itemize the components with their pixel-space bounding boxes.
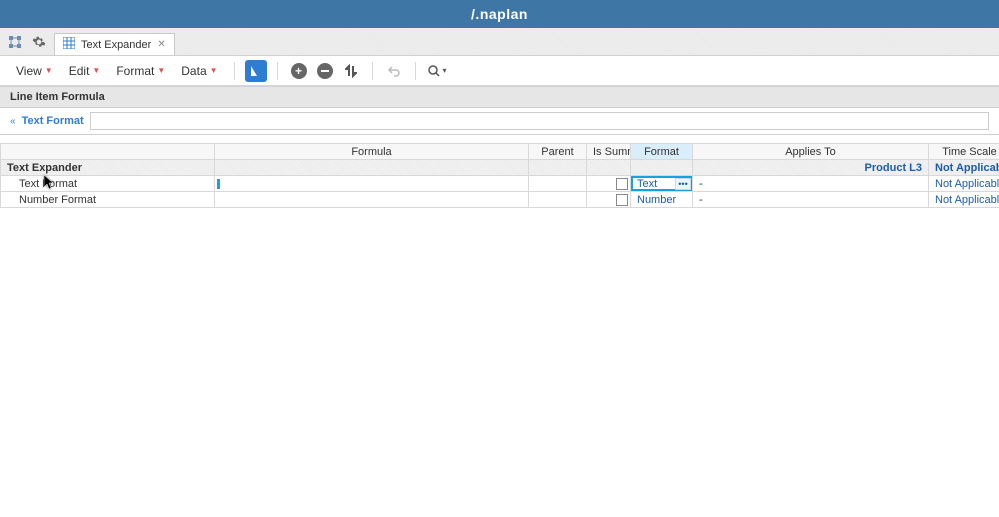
col-lineitems[interactable]	[1, 144, 215, 160]
app-header: /.naplan	[0, 0, 999, 28]
menu-edit[interactable]: Edit▼	[63, 60, 107, 82]
module-row[interactable]: Text Expander Product L3Not Applicable	[1, 160, 999, 176]
menu-data[interactable]: Data▼	[175, 60, 223, 82]
col-formula[interactable]: Formula	[215, 144, 529, 160]
summary-checkbox[interactable]	[616, 194, 628, 206]
reorder-button[interactable]	[340, 60, 362, 82]
col-format[interactable]: Format	[631, 144, 693, 160]
cell-formula[interactable]	[215, 176, 529, 192]
add-button[interactable]: +	[288, 60, 310, 82]
cell-parent[interactable]	[529, 192, 587, 208]
menu-format[interactable]: Format▼	[110, 60, 171, 82]
cell-parent[interactable]	[529, 160, 587, 176]
lineitem-row[interactable]: Text Format Text•••-Not Applicable	[1, 176, 999, 192]
hierarchy-icon[interactable]	[6, 33, 24, 51]
remove-button[interactable]	[314, 60, 336, 82]
cell-summary[interactable]	[587, 176, 631, 192]
gear-icon[interactable]	[30, 33, 48, 51]
filter-label[interactable]: Text Format	[22, 115, 84, 127]
menu-view[interactable]: View▼	[10, 60, 59, 82]
cell-summary[interactable]	[587, 160, 631, 176]
col-appliesto[interactable]: Applies To	[693, 144, 929, 160]
cell-timescale[interactable]: Not Applicable	[929, 192, 999, 208]
search-button[interactable]: ▾	[426, 60, 448, 82]
col-timescale[interactable]: Time Scale	[929, 144, 999, 160]
grid-body: Text ExpanderProduct L3Not ApplicableTex…	[1, 160, 999, 208]
separator	[277, 62, 278, 80]
module-tab[interactable]: Text Expander ✕	[54, 33, 175, 55]
tab-bar: Text Expander ✕	[0, 28, 999, 56]
lineitem-name[interactable]: Text Format	[1, 176, 215, 192]
cell-parent[interactable]	[529, 176, 587, 192]
module-name[interactable]: Text Expander	[1, 160, 215, 176]
cell-appliesto[interactable]: -	[693, 192, 929, 208]
blueprint-toggle-button[interactable]	[245, 60, 267, 82]
cell-format[interactable]: Text•••	[631, 176, 693, 192]
blueprint-grid: Formula Parent Is Summary Format Applies…	[0, 143, 999, 208]
separator	[372, 62, 373, 80]
toolbar: View▼ Edit▼ Format▼ Data▼ + ▾	[0, 56, 999, 86]
col-summary[interactable]: Is Summary	[587, 144, 631, 160]
module-appliesto[interactable]: Product L3	[693, 160, 929, 176]
col-parent[interactable]: Parent	[529, 144, 587, 160]
close-icon[interactable]: ✕	[157, 39, 165, 50]
collapse-icon[interactable]: «	[10, 116, 16, 127]
format-picker-button[interactable]: •••	[675, 178, 691, 190]
filter-row: « Text Format	[0, 108, 999, 135]
cell-format[interactable]: Number	[631, 192, 693, 208]
chevron-down-icon: ▼	[210, 66, 218, 75]
cell-appliesto[interactable]: -	[693, 176, 929, 192]
chevron-down-icon: ▼	[92, 66, 100, 75]
chevron-down-icon: ▼	[157, 66, 165, 75]
undo-button[interactable]	[383, 60, 405, 82]
module-grid-icon	[63, 37, 75, 52]
summary-checkbox[interactable]	[616, 178, 628, 190]
filter-input[interactable]	[90, 112, 989, 130]
cell-formula[interactable]	[215, 192, 529, 208]
row-cursor-indicator	[217, 179, 220, 189]
cell-formula[interactable]	[215, 160, 529, 176]
lineitem-name[interactable]: Number Format	[1, 192, 215, 208]
separator	[415, 62, 416, 80]
cell-summary[interactable]	[587, 192, 631, 208]
chevron-down-icon: ▼	[45, 66, 53, 75]
module-tab-label: Text Expander	[81, 39, 151, 51]
cell-timescale[interactable]: Not Applicable	[929, 176, 999, 192]
app-logo: /.naplan	[471, 6, 528, 22]
lineitem-row[interactable]: Number Format Number-Not Applicable	[1, 192, 999, 208]
module-timescale[interactable]: Not Applicable	[929, 160, 999, 176]
cell-format[interactable]	[631, 160, 693, 176]
chevron-down-icon: ▾	[443, 66, 447, 75]
separator	[234, 62, 235, 80]
section-header: Line Item Formula	[0, 86, 999, 108]
